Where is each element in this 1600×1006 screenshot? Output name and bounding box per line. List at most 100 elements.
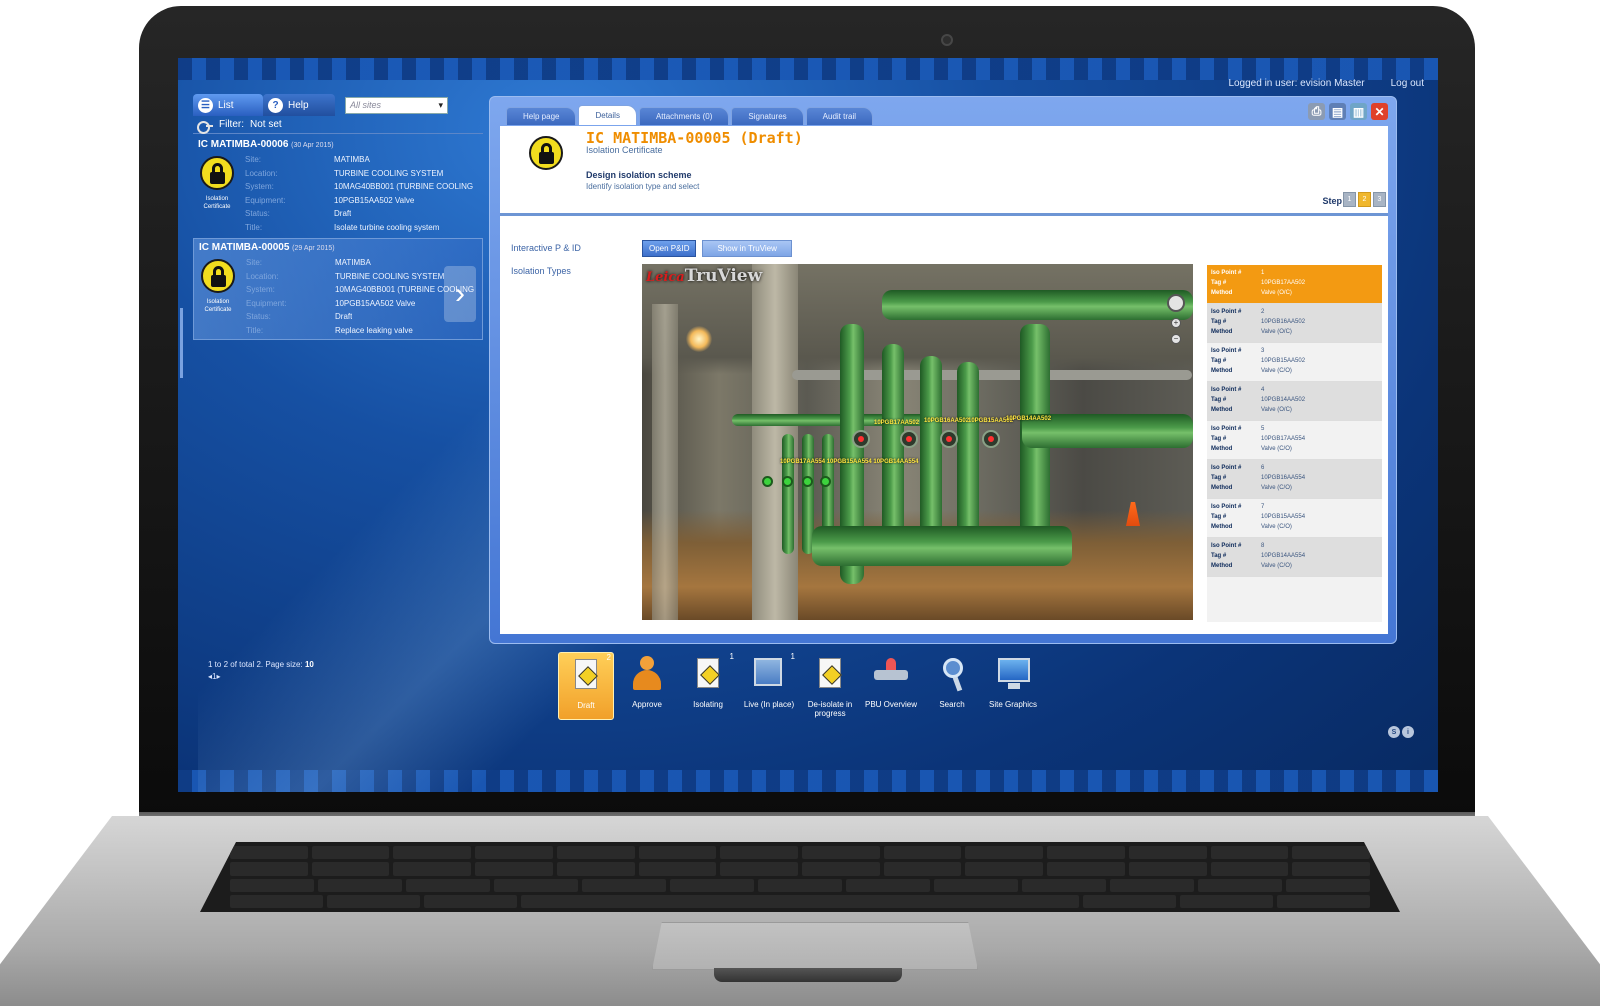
list-item[interactable]: Iso Point #2 Tag #10PGB16AA502 Method Val…	[1207, 304, 1382, 343]
show-in-truview-button[interactable]: Show in TruView	[702, 240, 792, 257]
step-buttons: 1 2 3	[1343, 192, 1386, 207]
keyboard	[200, 842, 1400, 912]
dock-approve[interactable]: Approve	[619, 652, 675, 720]
valve-tag[interactable]: 10PGB17AA502	[874, 420, 919, 426]
status-icons: S i	[1388, 726, 1414, 738]
tab-details[interactable]: Details	[578, 105, 637, 125]
valve-tag[interactable]: 10PGB17AA554 10PGB15AA554 10PGB14AA554	[780, 459, 918, 465]
details-panel: IC MATIMBA-00005 (Draft) Isolation Certi…	[500, 126, 1388, 634]
tab-audit-trail[interactable]: Audit trail	[805, 107, 874, 125]
isolation-points-list: Iso Point #1 Tag #10PGB17AA502 Method Val…	[1207, 265, 1382, 622]
list-item[interactable]: Iso Point #7 Tag #10PGB15AA554 Method Val…	[1207, 499, 1382, 538]
open-pid-button[interactable]: Open P&ID	[642, 240, 697, 257]
list-item[interactable]: Iso Point #4 Tag #10PGB14AA502 Method Val…	[1207, 382, 1382, 421]
dock-pbu-overview[interactable]: PBU Overview	[863, 652, 919, 720]
logged-in-user: Logged in user: evision Master	[1228, 78, 1365, 89]
close-icon[interactable]: ✕	[1371, 103, 1388, 120]
monitor-icon	[996, 656, 1030, 694]
isolation-types-label: Isolation Types	[511, 266, 571, 276]
dock-isolating[interactable]: 1 Isolating	[680, 652, 736, 720]
lock-icon	[529, 136, 563, 170]
status-s-icon[interactable]: S	[1388, 726, 1400, 738]
filter-value: Not set	[250, 119, 282, 130]
pid-buttons: Open P&ID Show in TruView	[642, 240, 792, 257]
list-item[interactable]: Iso Point #1 Tag #10PGB17AA502 Method Val…	[1207, 265, 1382, 304]
step-title: Design isolation scheme	[586, 170, 692, 180]
workers-icon	[752, 656, 786, 694]
top-strip	[178, 58, 1438, 80]
detail-toolbar: ⎙ ▤ ▥ ✕	[1308, 103, 1388, 120]
list-item[interactable]: Iso Point #3 Tag #10PGB15AA502 Method Val…	[1207, 343, 1382, 382]
help-icon: ?	[268, 97, 283, 113]
info-icon[interactable]: i	[1402, 726, 1414, 738]
tab-signatures[interactable]: Signatures	[731, 107, 804, 125]
valve-marker[interactable]	[982, 430, 1000, 448]
search-icon	[935, 656, 969, 694]
valve-tag[interactable]: 10PGB16AA502	[924, 418, 969, 424]
certificate-detail-window: Help page Details Attachments (0) Signat…	[489, 96, 1397, 644]
camera-dot	[941, 34, 953, 46]
valve-tag[interactable]: 10PGB14AA502	[1006, 416, 1051, 422]
list-icon: ☰	[198, 97, 213, 113]
step-2-button[interactable]: 2	[1358, 192, 1371, 207]
valve-marker[interactable]	[820, 476, 831, 487]
interactive-pid-label: Interactive P & ID	[511, 243, 581, 253]
tab-help-page[interactable]: Help page	[506, 107, 577, 125]
ceiling-light	[686, 326, 712, 352]
tab-list[interactable]: ☰ List	[193, 94, 263, 116]
dock-de-isolate[interactable]: De-isolate in progress	[802, 652, 858, 720]
dock-draft[interactable]: 2 Draft	[558, 652, 614, 720]
valve-icon	[874, 656, 908, 694]
page-subtitle: Isolation Certificate	[586, 145, 663, 155]
valve-marker[interactable]	[802, 476, 813, 487]
dock-search[interactable]: Search	[924, 652, 980, 720]
list-item-selected[interactable]: IC MATIMBA-00005 (29 Apr 2015) Isolation…	[193, 238, 483, 340]
trash-icon[interactable]: ▥	[1350, 103, 1367, 120]
zoom-in-icon[interactable]: +	[1171, 318, 1181, 328]
person-icon	[630, 656, 664, 694]
pan-control-icon[interactable]	[1167, 294, 1185, 312]
dock-site-graphics[interactable]: Site Graphics	[985, 652, 1041, 720]
viewer-nav-controls: + −	[1167, 294, 1185, 344]
open-arrow-icon[interactable]: ›	[444, 266, 476, 322]
sidebar-handle[interactable]	[180, 308, 183, 378]
valve-marker[interactable]	[900, 430, 918, 448]
chevron-down-icon: ▾	[438, 99, 443, 110]
tab-help[interactable]: ? Help	[263, 94, 335, 116]
lock-icon	[200, 156, 234, 190]
step-description: Identify isolation type and select	[586, 182, 700, 191]
filter-bar[interactable]: Filter: Not set	[193, 116, 483, 134]
tab-attachments[interactable]: Attachments (0)	[638, 107, 730, 125]
workflow-dock: 2 Draft Approve 1 Isolating 1 Live (In p…	[558, 652, 1041, 720]
print-icon[interactable]: ⎙	[1308, 103, 1325, 120]
certificate-header: IC MATIMBA-00005 (Draft) Isolation Certi…	[500, 126, 1388, 216]
laptop-notch	[714, 968, 902, 982]
list-item[interactable]: Iso Point #8 Tag #10PGB14AA554 Method Val…	[1207, 538, 1382, 577]
app-screen: Logged in user: evision Master Log out ☰…	[178, 58, 1438, 792]
certificate-list-panel: ☰ List ? Help All sites ▾ Filter: Not set I…	[193, 94, 483, 714]
laptop-mockup: Logged in user: evision Master Log out ☰…	[0, 0, 1600, 1006]
truview-viewer[interactable]: 10PGB17AA502 10PGB16AA502 10PGB15AA502 1…	[642, 264, 1193, 620]
dock-live[interactable]: 1 Live (In place)	[741, 652, 797, 720]
pagination-nav[interactable]: ◂1▸	[208, 672, 220, 681]
valve-marker[interactable]	[782, 476, 793, 487]
trackpad	[652, 922, 978, 970]
valve-marker[interactable]	[852, 430, 870, 448]
site-select[interactable]: All sites ▾	[345, 96, 448, 114]
valve-marker[interactable]	[762, 476, 773, 487]
detail-tabs: Help page Details Attachments (0) Signat…	[506, 105, 874, 125]
step-3-button[interactable]: 3	[1373, 192, 1386, 207]
valve-marker[interactable]	[940, 430, 958, 448]
list-item[interactable]: Iso Point #5 Tag #10PGB17AA554 Method Val…	[1207, 421, 1382, 460]
list-item[interactable]: Iso Point #6 Tag #10PGB16AA554 Method Val…	[1207, 460, 1382, 499]
zoom-out-icon[interactable]: −	[1171, 334, 1181, 344]
document-icon	[691, 656, 725, 694]
key-icon	[197, 118, 213, 134]
user-bar: Logged in user: evision Master Log out	[1228, 78, 1424, 89]
save-icon[interactable]: ▤	[1329, 103, 1346, 120]
left-tabs: ☰ List ? Help All sites ▾	[193, 94, 483, 116]
logout-link[interactable]: Log out	[1391, 78, 1424, 89]
pagination-info: 1 to 2 of total 2. Page size: 10	[208, 660, 314, 669]
step-1-button[interactable]: 1	[1343, 192, 1356, 207]
list-item[interactable]: IC MATIMBA-00006 (30 Apr 2015) Isolation…	[193, 136, 483, 236]
